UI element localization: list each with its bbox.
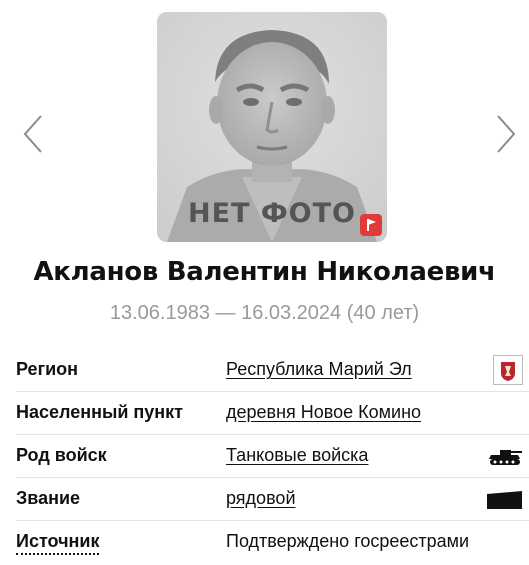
detail-row-region: Регион Республика Марий Эл	[16, 349, 529, 392]
previous-button[interactable]	[22, 114, 44, 154]
detail-row-branch: Род войск Танковые войска	[16, 435, 529, 478]
person-dates: 13.06.1983 — 16.03.2024 (40 лет)	[109, 302, 420, 324]
source-label[interactable]: Источник	[16, 531, 100, 555]
report-button[interactable]	[360, 214, 382, 236]
settlement-link[interactable]: деревня Новое Комино	[226, 402, 421, 423]
person-name: Акланов Валентин Николаевич	[33, 257, 496, 287]
region-link[interactable]: Республика Марий Эл	[226, 359, 412, 380]
rank-insignia-icon	[487, 491, 522, 509]
details-table: Регион Республика Марий Эл Населенный пу…	[16, 349, 529, 564]
coat-of-arms-icon	[493, 355, 523, 385]
chevron-right-icon	[497, 115, 516, 153]
source-value: Подтверждено госреестрами	[226, 531, 470, 551]
person-photo: НЕТ ФОТО	[157, 12, 387, 242]
next-button[interactable]	[495, 114, 517, 154]
detail-row-rank: Звание рядовой	[16, 478, 529, 521]
chevron-left-icon	[23, 115, 42, 153]
detail-label: Населенный пункт	[16, 402, 184, 422]
detail-label: Род войск	[16, 445, 107, 465]
detail-row-source: Источник Подтверждено госреестрами	[16, 521, 529, 564]
detail-label: Регион	[16, 359, 78, 379]
detail-label: Звание	[16, 488, 81, 508]
branch-link[interactable]: Танковые войска	[226, 445, 368, 466]
detail-row-settlement: Населенный пункт деревня Новое Комино	[16, 392, 529, 435]
tank-icon	[489, 450, 522, 465]
rank-link[interactable]: рядовой	[226, 488, 296, 509]
no-photo-label: НЕТ ФОТО	[188, 198, 356, 229]
flag-icon	[367, 219, 376, 231]
